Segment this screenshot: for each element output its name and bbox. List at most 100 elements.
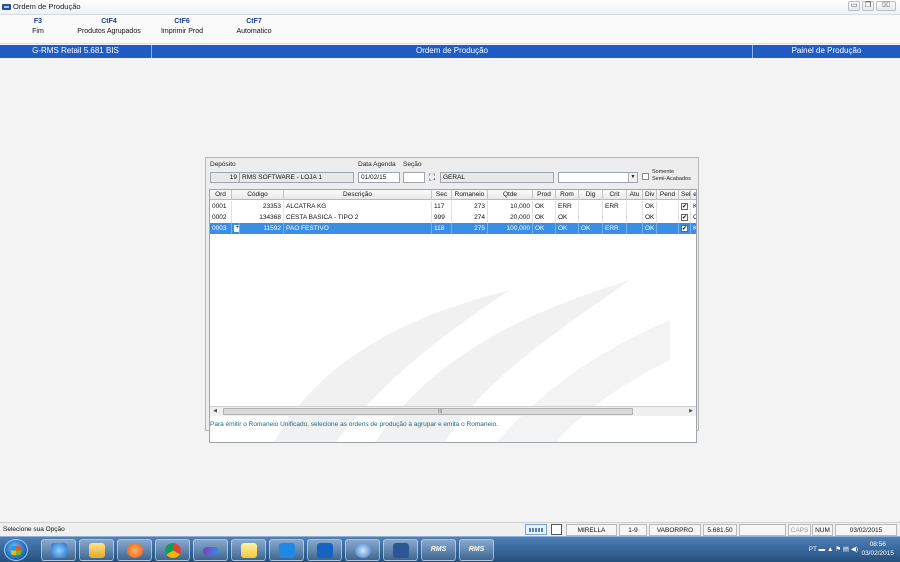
col-crit[interactable]: Crit — [603, 190, 627, 200]
taskbar-chrome[interactable] — [155, 539, 190, 561]
scroll-left-icon[interactable]: ◀ — [210, 407, 220, 416]
select-checkbox[interactable]: ✔ — [681, 224, 688, 232]
cell-div: OK — [643, 201, 657, 212]
close-button[interactable]: ⌧ — [876, 1, 896, 11]
cell-qtde: 100,000 — [488, 223, 533, 234]
horizontal-scrollbar[interactable]: ◀ III ▶ — [210, 406, 696, 416]
start-button[interactable] — [4, 539, 28, 561]
clock[interactable]: 08:56 03/02/2015 — [861, 540, 894, 558]
taskbar-lync[interactable] — [269, 539, 304, 561]
status-caps: CAPS — [788, 524, 811, 536]
col-ord[interactable]: Ord — [210, 190, 232, 200]
taskbar-word[interactable] — [383, 539, 418, 561]
table-row-selected[interactable]: 0003 + 11592 PAO FESTIVO 118 275 100,000… — [210, 223, 696, 234]
col-e[interactable]: e — [691, 190, 696, 200]
deposito-code-field[interactable]: 19 — [210, 172, 240, 183]
cell-rom: OK — [556, 212, 579, 223]
cell-ord: 0003 — [210, 223, 232, 234]
taskbar-media[interactable] — [117, 539, 152, 561]
deposito-name-field: RMS SOFTWARE - LOJA 1 — [239, 172, 354, 183]
filter-dropdown[interactable]: ▼ — [558, 172, 638, 183]
deposito-label: Depósito — [210, 161, 236, 168]
network-icon[interactable]: ▤ — [843, 546, 849, 553]
maximize-button[interactable]: ❐ — [862, 1, 874, 11]
media-player-icon — [127, 543, 143, 558]
fkey-automatico[interactable]: CtF7 Automatico — [232, 18, 276, 35]
cell-romaneio: 274 — [452, 212, 488, 223]
cell-sec: 118 — [432, 223, 452, 234]
col-pend[interactable]: Pend — [657, 190, 679, 200]
col-div[interactable]: Div — [643, 190, 657, 200]
col-descricao[interactable]: Descrição — [284, 190, 432, 200]
chrome-icon — [165, 543, 181, 558]
table-row[interactable]: 0001 23353 ALCATRA KG 117 273 10,000 OK … — [210, 201, 696, 212]
col-qtde[interactable]: Qtde — [488, 190, 533, 200]
taskbar-folder[interactable] — [231, 539, 266, 561]
keyboard-tray-icon[interactable]: ▬ — [819, 546, 826, 553]
status-date: 03/02/2015 — [835, 524, 897, 536]
cell-prod: OK — [533, 201, 556, 212]
cell-prod: OK — [533, 212, 556, 223]
scroll-thumb[interactable]: III — [223, 408, 633, 415]
language-indicator[interactable]: PT — [809, 546, 817, 553]
col-sel[interactable]: Sel — [679, 190, 691, 200]
cell-sec: 117 — [432, 201, 452, 212]
taskbar-explorer[interactable] — [79, 539, 114, 561]
status-profile: VABORPRO — [649, 524, 701, 536]
col-codigo[interactable]: Código — [232, 190, 284, 200]
scroll-grip: III — [438, 409, 443, 415]
remote-desktop-icon — [355, 543, 371, 558]
fkey-fim[interactable]: F3 Fim — [27, 18, 49, 35]
taskbar-link[interactable] — [193, 539, 228, 561]
keyboard-icon[interactable] — [525, 524, 547, 535]
internet-explorer-icon — [51, 543, 67, 558]
system-tray[interactable]: PT ▬ ▲ ⚑ ▤ ◀) — [809, 545, 858, 553]
col-atu[interactable]: Atu — [627, 190, 643, 200]
rms-icon: RMS — [430, 546, 447, 553]
module-panel-title: Painel de Produção — [791, 46, 862, 55]
select-checkbox[interactable]: ✔ — [681, 213, 688, 221]
taskbar-remote[interactable] — [345, 539, 380, 561]
cell-atu — [627, 223, 643, 234]
taskbar-outlook[interactable] — [307, 539, 342, 561]
fkey-label: Imprimir Prod — [160, 28, 203, 35]
cell-descricao: ALCATRA KG — [284, 201, 432, 212]
scroll-right-icon[interactable]: ▶ — [686, 407, 696, 416]
secao-label: Seção — [403, 161, 422, 168]
col-sec[interactable]: Sec — [432, 190, 452, 200]
flag-icon[interactable]: ⚑ — [835, 546, 841, 553]
cell-atu — [627, 212, 643, 223]
table-row[interactable]: 0002 134368 CESTA BASICA - TIPO 2 999 27… — [210, 212, 696, 223]
minimize-button[interactable]: ▭ — [848, 1, 860, 11]
cell-div: OK — [643, 212, 657, 223]
status-range: 1-9 — [619, 524, 647, 536]
fkey-code: CtF6 — [174, 18, 190, 25]
cell-crit — [603, 212, 627, 223]
status-empty — [739, 524, 786, 536]
cell-crit: ERR — [603, 201, 627, 212]
secao-field[interactable] — [403, 172, 425, 183]
outlook-icon — [317, 543, 333, 558]
col-prod[interactable]: Prod — [533, 190, 556, 200]
binoculars-search-icon[interactable]: ⛶ — [426, 172, 438, 183]
document-icon[interactable] — [551, 524, 562, 535]
col-dig[interactable]: Dig — [579, 190, 603, 200]
select-checkbox[interactable]: ✔ — [681, 202, 688, 210]
taskbar-ie[interactable] — [41, 539, 76, 561]
chevron-down-icon: ▼ — [628, 173, 637, 182]
data-agenda-field[interactable]: 01/02/15 — [358, 172, 400, 183]
taskbar-rms-2[interactable]: RMS — [459, 539, 494, 561]
title-bar: Ordem de Produção ▭ ❐ ⌧ — [0, 0, 900, 15]
grid-header: Ord Código Descrição Sec Romaneio Qtde P… — [210, 190, 696, 200]
status-version: 5.681.50 — [703, 524, 737, 536]
col-rom[interactable]: Rom — [556, 190, 579, 200]
fkey-produtos-agrupados[interactable]: CtF4 Produtos Agrupados — [73, 18, 145, 35]
fkey-imprimir-prod[interactable]: CtF6 Imprimir Prod — [155, 18, 209, 35]
window-controls: ▭ ❐ ⌧ — [848, 1, 896, 11]
cell-romaneio: 273 — [452, 201, 488, 212]
volume-icon[interactable]: ◀) — [851, 546, 858, 553]
col-romaneio[interactable]: Romaneio — [452, 190, 488, 200]
show-hidden-icon[interactable]: ▲ — [827, 546, 833, 553]
somente-semi-acabados-checkbox[interactable] — [642, 173, 649, 180]
taskbar-rms-1[interactable]: RMS — [421, 539, 456, 561]
